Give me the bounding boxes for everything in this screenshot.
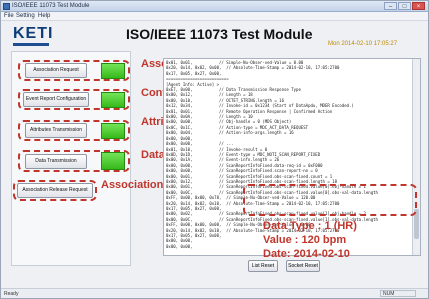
app-icon	[3, 3, 10, 10]
close-button[interactable]: ×	[412, 2, 425, 10]
status-bar: Ready NUM	[1, 288, 428, 298]
result-data-type: Data Type : 1 (HR)	[263, 220, 357, 232]
maximize-button[interactable]: □	[398, 2, 411, 10]
observed-value-highlight	[243, 184, 417, 216]
timestamp: Mon 2014-02-10 17:05:27	[328, 41, 398, 47]
menu-help[interactable]: Help	[38, 13, 50, 20]
result-date: Date: 2014-02-10	[263, 248, 350, 260]
status-text: Ready	[4, 291, 19, 297]
window-title: ISO/IEEE 11073 Test Module	[12, 3, 90, 9]
logo-underline	[13, 43, 49, 46]
app-window: ISO/IEEE 11073 Test Module – □ × File Se…	[0, 0, 429, 299]
menu-setting[interactable]: Setting	[16, 13, 35, 20]
status-indicator: NUM	[380, 290, 416, 297]
data-transmission-highlight	[18, 150, 130, 172]
minimize-button[interactable]: –	[384, 2, 397, 10]
socket-reset-button[interactable]: Socket Reset	[286, 260, 320, 272]
page-title: ISO/IEEE 11073 Test Module	[126, 26, 313, 42]
association-release-highlight	[13, 180, 97, 201]
keti-logo: KETI	[13, 25, 54, 42]
configuration-highlight	[18, 89, 130, 110]
result-summary: Data Type : 1 (HR) Value : 120 bpm Date:…	[263, 219, 357, 261]
association-highlight	[18, 60, 130, 81]
attributes-highlight	[18, 120, 130, 141]
menu-bar: File Setting Help	[1, 12, 428, 21]
list-reset-button[interactable]: List Reset	[248, 260, 278, 272]
result-value: Value : 120 bpm	[263, 234, 347, 246]
log-scrollbar[interactable]	[412, 59, 420, 255]
title-bar[interactable]: ISO/IEEE 11073 Test Module – □ ×	[1, 1, 428, 12]
menu-file[interactable]: File	[4, 13, 14, 20]
